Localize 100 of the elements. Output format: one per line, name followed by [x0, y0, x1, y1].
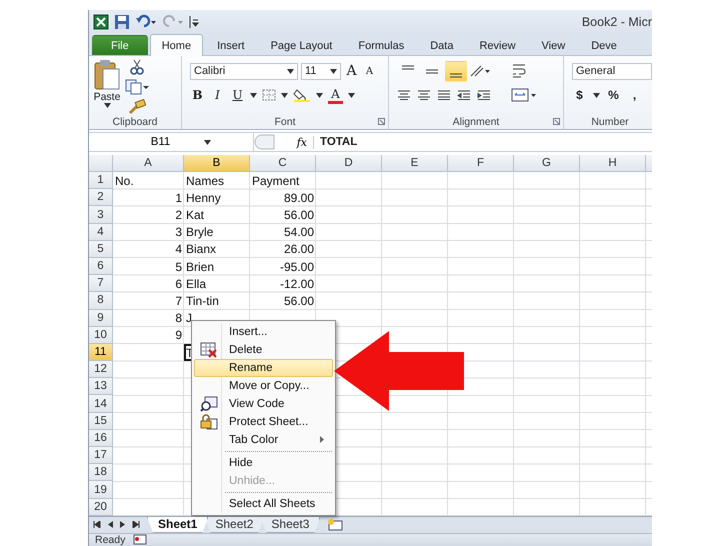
row-header[interactable]: 19 — [89, 481, 113, 499]
row-header[interactable]: 13 — [89, 378, 113, 396]
ribbon-tab[interactable]: Deve — [579, 35, 629, 56]
align-center-icon[interactable] — [417, 90, 431, 100]
menu-item[interactable]: Rename — [194, 358, 333, 377]
dropdown-icon[interactable] — [287, 68, 294, 74]
row-header[interactable]: 9 — [89, 310, 113, 327]
table-cell-text: Names — [185, 172, 226, 190]
wrap-text-icon[interactable] — [511, 63, 527, 80]
percent-button[interactable]: % — [606, 86, 621, 105]
group-label: Number — [590, 114, 630, 130]
row-header[interactable]: 2 — [89, 189, 113, 206]
shrink-font-button[interactable]: A — [362, 62, 377, 81]
menu-item[interactable]: Move or Copy... — [194, 376, 333, 395]
row-header[interactable]: 1 — [89, 172, 113, 190]
increase-indent-icon[interactable] — [477, 90, 491, 100]
dropdown-icon[interactable] — [330, 68, 337, 74]
vertical-align-button[interactable] — [445, 60, 467, 82]
menu-item[interactable]: Protect Sheet... — [194, 412, 333, 431]
name-box[interactable]: B11 — [89, 133, 254, 151]
menu-item[interactable]: Tab Color — [194, 430, 333, 449]
column-header[interactable]: B — [184, 154, 250, 172]
menu-item[interactable]: Hide — [194, 448, 333, 472]
font-color-button[interactable]: A — [328, 86, 343, 104]
align-left-icon[interactable] — [397, 90, 411, 100]
dropdown-icon[interactable] — [104, 103, 110, 108]
comma-button[interactable]: , — [627, 86, 642, 105]
row-header[interactable]: 17 — [89, 447, 113, 464]
menu-item[interactable]: Delete — [194, 340, 333, 359]
decrease-indent-icon[interactable] — [457, 90, 471, 100]
ribbon-tab[interactable]: Insert — [205, 35, 257, 56]
column-header[interactable]: H — [580, 154, 646, 172]
column-header[interactable]: G — [514, 154, 580, 172]
borders-icon[interactable] — [262, 89, 276, 102]
dropdown-icon[interactable] — [348, 92, 355, 98]
menu-item[interactable]: Select All Sheets — [194, 490, 333, 513]
row-header[interactable]: 3 — [89, 206, 113, 224]
row-header[interactable]: 20 — [89, 498, 113, 516]
dialog-launcher-icon[interactable] — [378, 118, 385, 126]
ribbon-tab[interactable]: Review — [467, 35, 528, 56]
menu-item[interactable]: Insert... — [194, 322, 333, 341]
row-header[interactable]: 18 — [89, 464, 113, 482]
cut-icon[interactable] — [130, 59, 144, 76]
customize-icon[interactable] — [189, 14, 199, 30]
sheet-tab[interactable]: Sheet2 — [204, 516, 264, 533]
number-format-field[interactable]: General — [572, 62, 652, 80]
paste-button[interactable]: Paste — [93, 59, 121, 108]
column-header[interactable]: E — [382, 154, 448, 172]
orientation-icon[interactable] — [469, 64, 491, 78]
dropdown-icon[interactable] — [281, 92, 288, 98]
record-macro-icon[interactable] — [133, 534, 148, 546]
merge-cells-icon[interactable] — [511, 88, 537, 102]
bold-button[interactable]: B — [190, 86, 205, 105]
column-header[interactable]: D — [316, 154, 382, 172]
row-header[interactable]: 12 — [89, 361, 113, 378]
align-right-icon[interactable] — [437, 90, 451, 100]
ribbon-tab[interactable]: Data — [418, 35, 466, 56]
first-sheet-icon[interactable] — [93, 520, 101, 528]
font-name-field[interactable]: Calibri — [190, 62, 298, 80]
italic-button[interactable]: I — [210, 86, 225, 105]
dropdown-icon[interactable] — [316, 92, 323, 98]
formula-field[interactable]: TOTAL — [314, 136, 652, 148]
sheet-tab[interactable]: Sheet3 — [260, 516, 320, 533]
grow-font-button[interactable]: A — [344, 62, 359, 81]
sheet-tab[interactable]: Sheet1 — [147, 516, 208, 533]
file-tab[interactable]: File — [92, 35, 148, 56]
ribbon-tab[interactable]: Formulas — [346, 35, 416, 56]
column-header[interactable]: F — [448, 154, 514, 172]
row-header[interactable]: 10 — [89, 326, 113, 344]
row-header[interactable]: 11 — [89, 344, 113, 362]
table-cell-text: 9 — [174, 327, 183, 344]
save-icon[interactable] — [114, 14, 130, 30]
dropdown-icon[interactable] — [250, 92, 257, 98]
row-header[interactable]: 6 — [89, 258, 113, 276]
row-header[interactable]: 14 — [89, 395, 113, 413]
next-sheet-icon[interactable] — [119, 520, 127, 528]
ribbon-tab[interactable]: View — [530, 35, 578, 56]
row-header[interactable]: 15 — [89, 412, 113, 430]
row-header[interactable]: 7 — [89, 275, 113, 292]
format-painter-icon[interactable] — [128, 99, 146, 116]
font-size-field[interactable]: 11 — [301, 62, 341, 80]
copy-icon[interactable] — [125, 79, 149, 96]
previous-sheet-icon[interactable] — [106, 520, 114, 528]
insert-sheet-icon[interactable] — [326, 518, 344, 531]
dropdown-icon[interactable] — [593, 92, 600, 98]
column-header[interactable]: A — [113, 154, 184, 172]
last-sheet-icon[interactable] — [132, 520, 140, 528]
currency-button[interactable]: $ — [572, 86, 587, 105]
ribbon-tab[interactable]: Home — [150, 34, 204, 56]
row-header[interactable]: 8 — [89, 292, 113, 310]
fill-color-icon[interactable] — [293, 88, 311, 102]
row-header[interactable]: 5 — [89, 240, 113, 258]
ribbon-tab[interactable]: Page Layout — [258, 35, 344, 56]
column-header[interactable]: C — [250, 154, 316, 172]
underline-button[interactable]: U — [230, 86, 245, 105]
menu-item[interactable]: View Code — [194, 394, 333, 413]
dialog-launcher-icon[interactable] — [553, 118, 560, 126]
insert-function-button[interactable]: fx — [292, 136, 314, 149]
row-header[interactable]: 16 — [89, 430, 113, 448]
row-header[interactable]: 4 — [89, 224, 113, 241]
